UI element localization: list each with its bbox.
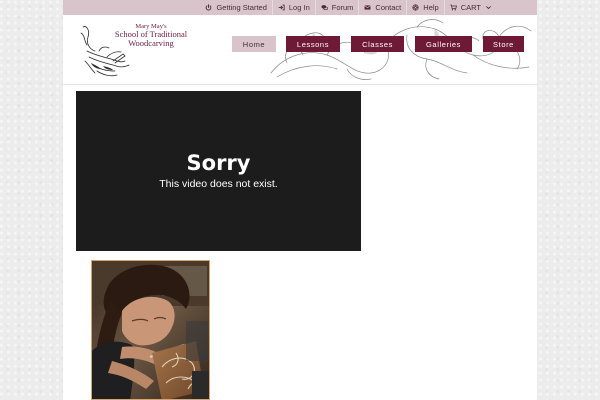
nav-classes[interactable]: Classes (351, 36, 404, 52)
lifebuoy-icon (412, 4, 419, 11)
getting-started-label: Getting Started (216, 3, 267, 12)
nav-lessons[interactable]: Lessons (286, 36, 340, 52)
forum-label: Forum (331, 3, 354, 12)
video-error-message: This video does not exist. (159, 178, 278, 190)
header-divider (63, 84, 537, 85)
contact-link[interactable]: Contact (358, 0, 406, 15)
page-container: Getting Started Log In Forum Contact Hel… (63, 0, 537, 400)
video-error-title: Sorry (186, 151, 251, 175)
cart-icon (450, 4, 457, 11)
help-label: Help (423, 3, 439, 12)
envelope-icon (364, 5, 372, 10)
help-link[interactable]: Help (406, 0, 443, 15)
main-nav: Home Lessons Classes Galleries Store (63, 36, 537, 52)
power-icon (206, 4, 212, 11)
forum-link[interactable]: Forum (314, 0, 359, 15)
nav-galleries[interactable]: Galleries (415, 36, 472, 52)
nav-store[interactable]: Store (483, 36, 524, 52)
login-icon (278, 4, 285, 11)
chat-icon (321, 5, 328, 11)
video-embed[interactable]: Sorry This video does not exist. (76, 91, 361, 251)
cart-label: CART (460, 3, 481, 12)
log-in-label: Log In (288, 3, 310, 12)
chevron-down-icon (486, 6, 491, 10)
nav-home[interactable]: Home (232, 36, 276, 52)
log-in-link[interactable]: Log In (271, 0, 315, 15)
contact-label: Contact (375, 3, 402, 12)
cart-link[interactable]: CART (443, 0, 497, 15)
woodcarver-photo (91, 260, 210, 400)
utility-bar: Getting Started Log In Forum Contact Hel… (63, 0, 537, 15)
woodcarver-image (92, 261, 209, 399)
getting-started-link[interactable]: Getting Started (200, 0, 271, 15)
